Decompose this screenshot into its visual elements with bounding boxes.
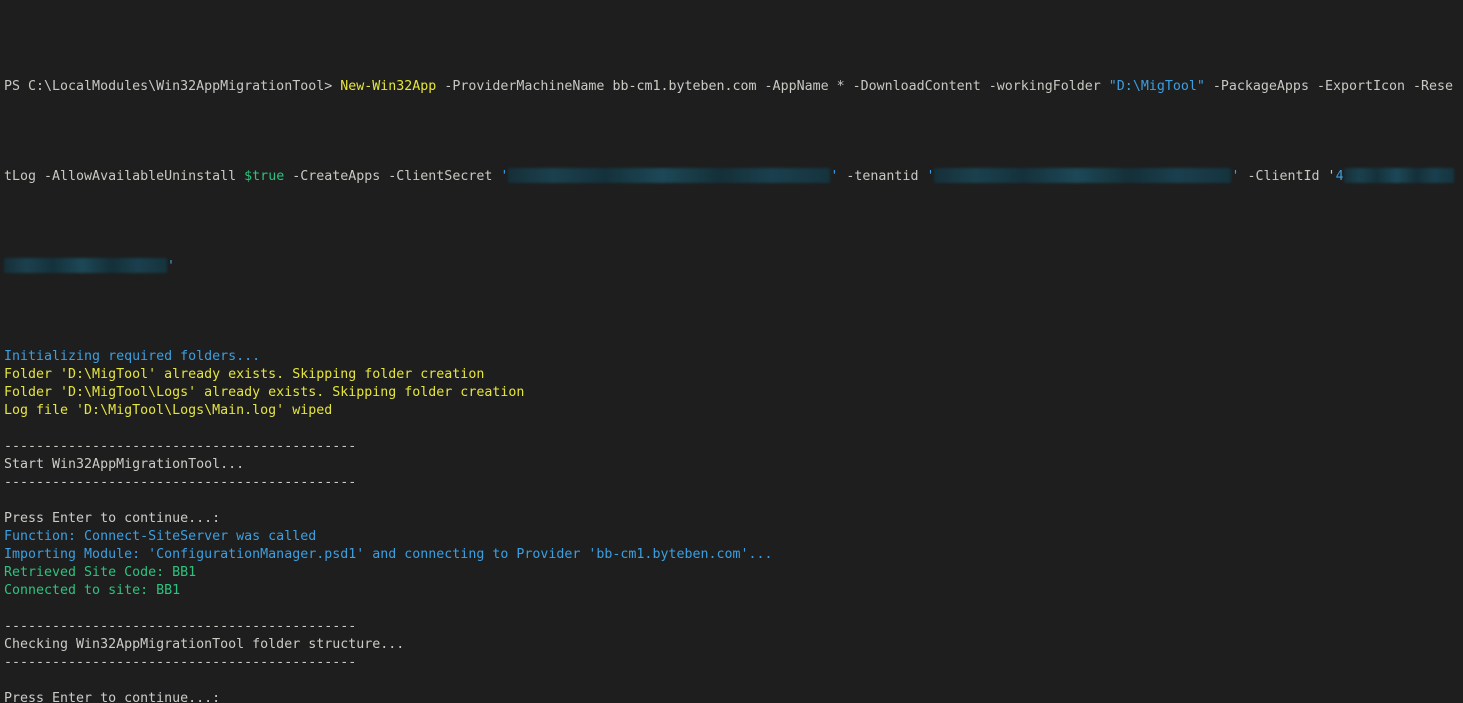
command-args-1: -ProviderMachineName [436, 79, 612, 94]
command-args-2: -AppName * -DownloadContent -workingFold… [757, 79, 1109, 94]
prompt-prefix: PS C:\LocalModules\Win32AppMigrationTool… [4, 79, 340, 94]
tenant-id-redaction [934, 168, 1231, 183]
command-args-6: -ClientId ' [1239, 169, 1335, 184]
terminal-output-line: Log file 'D:\MigTool\Logs\Main.log' wipe… [4, 402, 1463, 420]
terminal-output-line: Initializing required folders... [4, 348, 1463, 366]
command-args-3: -PackageApps -ExportIcon -Rese [1205, 79, 1453, 94]
command-line-1: PS C:\LocalModules\Win32AppMigrationTool… [4, 78, 1463, 96]
terminal-output-line: Checking Win32AppMigrationTool folder st… [4, 636, 1463, 654]
command-line-2: tLog -AllowAvailableUninstall $true -Cre… [4, 168, 1463, 186]
client-id-redaction [1344, 168, 1454, 183]
terminal-output-line: ----------------------------------------… [4, 474, 1463, 492]
client-secret-open-quote: ' [500, 169, 508, 184]
terminal-output-line [4, 600, 1463, 618]
provider-machine-name: bb-cm1.byteben.com [612, 79, 756, 94]
command-args-5: -tenantid [838, 169, 926, 184]
client-secret-redaction [508, 168, 830, 183]
command-name: New-Win32App [340, 79, 436, 94]
terminal-screen: PS C:\LocalModules\Win32AppMigrationTool… [4, 6, 1463, 703]
client-id-redaction-wrap [4, 258, 167, 273]
terminal-output-line: Press Enter to continue...: [4, 510, 1463, 528]
command-args-4: -CreateApps -ClientSecret [284, 169, 500, 184]
terminal-output-line [4, 492, 1463, 510]
client-id-close-quote: ' [167, 259, 175, 274]
command-line-3: ' [4, 258, 1463, 276]
terminal-output-line: ----------------------------------------… [4, 438, 1463, 456]
wrap-line-prefix: tLog -AllowAvailableUninstall [4, 169, 244, 184]
true-literal: $true [244, 169, 284, 184]
terminal-output-line [4, 420, 1463, 438]
powershell-terminal[interactable]: PS C:\LocalModules\Win32AppMigrationTool… [0, 0, 1463, 703]
terminal-output-line: Start Win32AppMigrationTool... [4, 456, 1463, 474]
terminal-output-line: Importing Module: 'ConfigurationManager.… [4, 546, 1463, 564]
terminal-output-line: Press Enter to continue...: [4, 690, 1463, 703]
tenant-id-open-quote: ' [926, 169, 934, 184]
terminal-output-line [4, 672, 1463, 690]
working-folder-value: "D:\MigTool" [1109, 79, 1205, 94]
terminal-output-line: ----------------------------------------… [4, 618, 1463, 636]
terminal-output-line: ----------------------------------------… [4, 654, 1463, 672]
terminal-output-line: Connected to site: BB1 [4, 582, 1463, 600]
terminal-output-line: Retrieved Site Code: BB1 [4, 564, 1463, 582]
terminal-output-line: Folder 'D:\MigTool\Logs' already exists.… [4, 384, 1463, 402]
client-id-visible-char: 4 [1336, 169, 1344, 184]
terminal-output-line: Folder 'D:\MigTool' already exists. Skip… [4, 366, 1463, 384]
terminal-output: Initializing required folders...Folder '… [4, 348, 1463, 703]
terminal-output-line: Function: Connect-SiteServer was called [4, 528, 1463, 546]
